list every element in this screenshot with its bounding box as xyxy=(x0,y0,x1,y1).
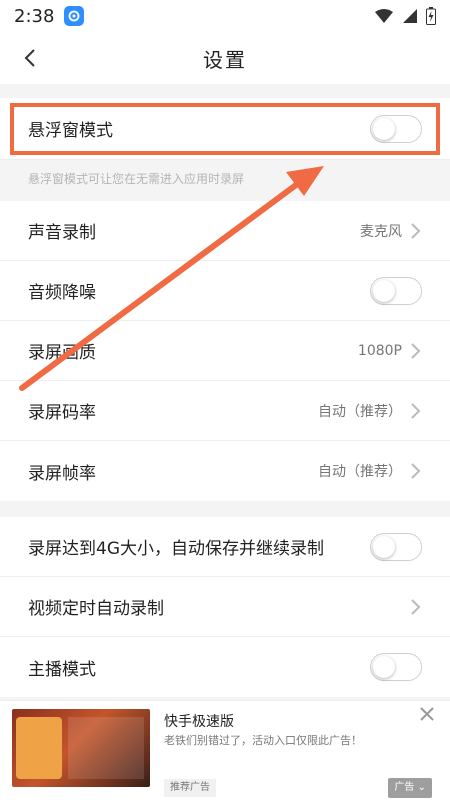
chevron-right-icon xyxy=(411,463,421,479)
scheduled-recording-row[interactable]: 视频定时自动录制 xyxy=(0,577,450,637)
sound-recording-row[interactable]: 声音录制 麦克风 xyxy=(0,201,450,261)
close-icon[interactable] xyxy=(418,705,436,723)
floating-mode-hint: 悬浮窗模式可让您在无需进入应用时录屏 xyxy=(28,172,245,186)
chevron-right-icon xyxy=(411,342,421,359)
ad-banner[interactable]: 快手极速版 老铁们别错过了，活动入口仅限此广告！ 推荐广告 广告 ⌄ xyxy=(0,700,450,800)
auto-save-4g-row[interactable]: 录屏达到4G大小，自动保存并继续录制 xyxy=(0,517,450,577)
status-icons xyxy=(374,7,436,25)
streamer-mode-toggle[interactable] xyxy=(370,653,422,681)
chevron-right-icon xyxy=(411,598,421,615)
ad-image-text-area xyxy=(68,717,144,779)
ad-image-promo xyxy=(16,717,62,779)
page-title: 设置 xyxy=(203,47,247,72)
back-button[interactable] xyxy=(16,44,44,72)
signal-icon xyxy=(403,9,417,23)
auto-save-toggle[interactable] xyxy=(370,532,422,561)
ad-brand-text: 广告 xyxy=(394,782,415,793)
row-label: 主播模式 xyxy=(28,659,96,680)
row-value: 自动（推荐） xyxy=(318,464,402,480)
ad-image[interactable] xyxy=(12,709,150,787)
ad-badge: 推荐广告 xyxy=(164,779,216,797)
app-notification-icon xyxy=(64,6,85,26)
row-label: 录屏画质 xyxy=(28,343,96,363)
row-label: 视频定时自动录制 xyxy=(28,599,164,619)
row-value: 麦克风 xyxy=(360,223,402,240)
frame-rate-row[interactable]: 录屏帧率 自动（推荐） xyxy=(0,441,450,501)
ad-description: 老铁们别错过了，活动入口仅限此广告！ xyxy=(164,734,362,747)
row-value: 自动（推荐） xyxy=(318,403,402,420)
bitrate-row[interactable]: 录屏码率 自动（推荐） xyxy=(0,381,450,441)
row-value: 1080P xyxy=(357,342,402,359)
audio-noise-reduction-row[interactable]: 音频降噪 xyxy=(0,261,450,321)
battery-icon xyxy=(426,7,436,25)
back-arrow-icon xyxy=(24,49,35,67)
noise-reduction-toggle[interactable] xyxy=(370,276,422,305)
chevron-right-icon xyxy=(411,222,421,239)
ad-title[interactable]: 快手极速版 xyxy=(164,711,234,731)
floating-mode-row[interactable]: 悬浮窗模式 xyxy=(0,98,450,160)
ad-brand-label[interactable]: 广告 ⌄ xyxy=(388,778,432,798)
nav-bar: 设置 xyxy=(0,32,450,84)
streamer-mode-row[interactable]: 主播模式 xyxy=(0,637,450,697)
status-bar: 2:38 xyxy=(0,0,450,32)
row-label: 录屏帧率 xyxy=(28,463,96,484)
wifi-icon xyxy=(375,9,393,23)
chevron-down-icon: ⌄ xyxy=(417,782,426,793)
recording-quality-row[interactable]: 录屏画质 1080P xyxy=(0,321,450,381)
row-label: 声音录制 xyxy=(28,223,96,243)
row-label: 音频降噪 xyxy=(28,283,96,303)
status-time: 2:38 xyxy=(14,5,55,27)
chevron-right-icon xyxy=(411,402,421,419)
row-label: 录屏达到4G大小，自动保存并继续录制 xyxy=(28,539,324,559)
floating-mode-toggle[interactable] xyxy=(370,114,422,143)
row-label: 录屏码率 xyxy=(28,403,96,423)
floating-mode-label: 悬浮窗模式 xyxy=(28,121,113,141)
